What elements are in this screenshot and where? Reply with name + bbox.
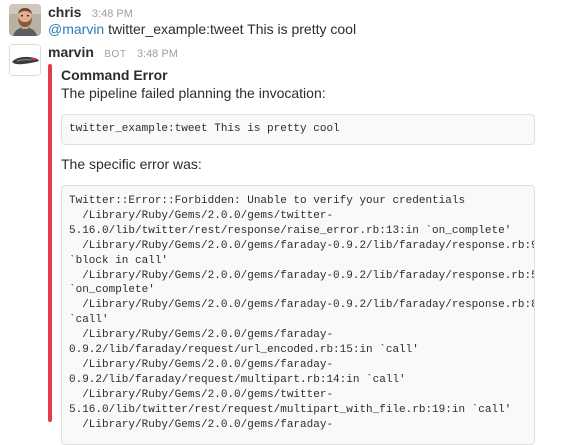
code-line: 0.9.2/lib/faraday/request/url_encoded.rb… [69,344,419,357]
code-line: /Library/Ruby/Gems/2.0.0/gems/faraday- [69,418,334,431]
marvin-avatar-icon[interactable] [9,44,41,76]
bot-badge: BOT [104,49,127,60]
message-timestamp[interactable]: 3:48 PM [92,8,133,20]
code-line: /Library/Ruby/Gems/2.0.0/gems/faraday-0.… [69,299,535,312]
code-line: `on_complete' [69,284,155,297]
sender-name[interactable]: chris [48,4,81,20]
code-line: /Library/Ruby/Gems/2.0.0/gems/faraday-0.… [69,269,535,282]
sender-name[interactable]: marvin [48,44,94,60]
user-mention-link[interactable]: @marvin [48,21,104,37]
message-chris: chris 3:48 PM @marvin twitter_example:tw… [0,0,561,40]
message-body: twitter_example:tweet This is pretty coo… [104,21,357,37]
code-line: /Library/Ruby/Gems/2.0.0/gems/twitter- [69,388,334,401]
code-line: 5.16.0/lib/twitter/rest/response/raise_e… [69,224,512,237]
error-label-text: The specific error was: [61,156,202,172]
attachment-intro-text: The pipeline failed planning the invocat… [61,85,326,101]
code-line: /Library/Ruby/Gems/2.0.0/gems/twitter- [69,209,334,222]
attachment-title: Command Error [61,67,168,83]
message-marvin: marvin BOT 3:48 PM Command Error The pip… [0,40,561,445]
error-color-bar [48,64,52,422]
command-code-block: twitter_example:tweet This is pretty coo… [61,114,535,145]
code-line: /Library/Ruby/Gems/2.0.0/gems/faraday- [69,358,334,371]
code-line: `block in call' [69,254,169,267]
chris-avatar-icon[interactable] [9,4,41,36]
error-attachment: Command Error The pipeline failed planni… [48,64,548,445]
error-trace-code-block: Twitter::Error::Forbidden: Unable to ver… [61,185,535,445]
code-line: Twitter::Error::Forbidden: Unable to ver… [69,195,466,207]
code-line: /Library/Ruby/Gems/2.0.0/gems/faraday-0.… [69,239,535,252]
message-timestamp[interactable]: 3:48 PM [137,48,178,60]
message-text: @marvin twitter_example:tweet This is pr… [48,20,356,38]
code-line: /Library/Ruby/Gems/2.0.0/gems/faraday- [69,329,334,342]
code-line: `call' [69,314,109,327]
code-line: 0.9.2/lib/faraday/request/multipart.rb:1… [69,373,406,386]
code-line: 5.16.0/lib/twitter/rest/request/multipar… [69,403,512,416]
